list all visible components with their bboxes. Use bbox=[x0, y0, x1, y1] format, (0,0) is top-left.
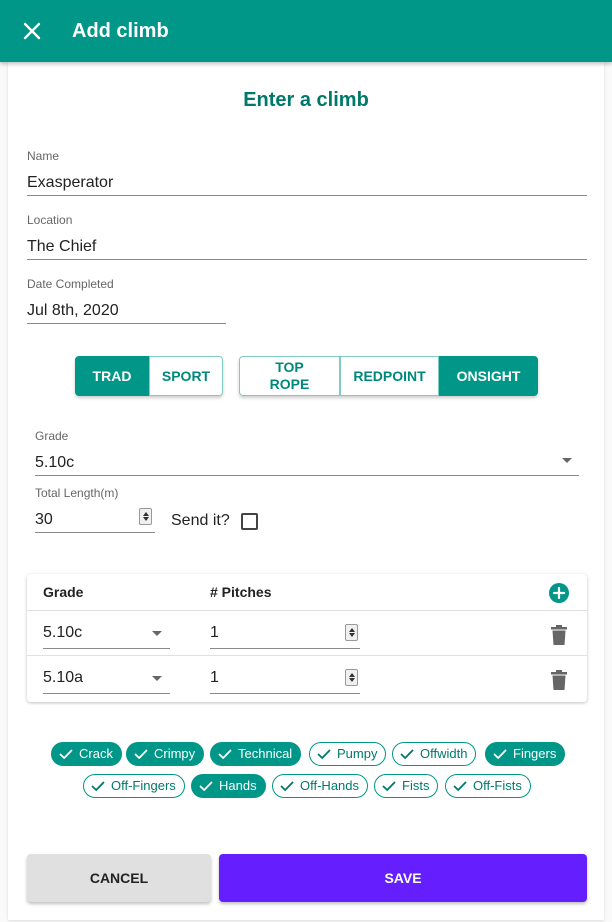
tag-chip[interactable]: Technical bbox=[210, 742, 302, 766]
location-field[interactable]: Location The Chief bbox=[27, 213, 587, 260]
check-icon bbox=[400, 749, 414, 759]
send-it-checkbox[interactable] bbox=[241, 513, 258, 530]
table-row: 5.10c 1 bbox=[27, 611, 587, 656]
form-heading: Enter a climb bbox=[243, 89, 369, 111]
tag-chip-label: Off-Fingers bbox=[111, 778, 176, 793]
pitches-column-header: # Pitches bbox=[210, 584, 272, 600]
close-icon[interactable] bbox=[20, 19, 44, 43]
pitches-table: Grade # Pitches 5.10c 1 5.10a 1 bbox=[27, 574, 587, 702]
tag-chip-label: Pumpy bbox=[337, 746, 378, 761]
onsight-toggle[interactable]: ONSIGHT bbox=[439, 356, 538, 396]
name-field[interactable]: Name Exasperator bbox=[27, 149, 587, 196]
tag-chip[interactable]: Crimpy bbox=[126, 742, 205, 766]
location-label: Location bbox=[27, 213, 73, 227]
pitch-count-stepper-icon[interactable] bbox=[345, 624, 358, 641]
tag-chip-label: Off-Fists bbox=[473, 778, 522, 793]
tag-chip-label: Offwidth bbox=[420, 746, 468, 761]
pitch-grade-value[interactable]: 5.10c bbox=[43, 623, 170, 643]
location-value[interactable]: The Chief bbox=[27, 237, 587, 257]
pitch-count-field[interactable]: 1 bbox=[210, 668, 360, 694]
tag-chip[interactable]: Offwidth bbox=[392, 742, 477, 766]
send-it-label: Send it? bbox=[171, 512, 230, 529]
tag-chip[interactable]: Off-Hands bbox=[272, 774, 369, 798]
check-icon bbox=[382, 781, 396, 791]
trad-toggle[interactable]: TRAD bbox=[75, 356, 149, 396]
pitches-table-header: Grade # Pitches bbox=[27, 574, 587, 611]
grade-underline bbox=[35, 475, 579, 476]
climb-style-toggle-group: TRAD SPORT bbox=[75, 356, 223, 396]
total-length-label: Total Length(m) bbox=[35, 486, 119, 500]
chevron-down-icon[interactable] bbox=[562, 458, 572, 463]
chevron-down-icon[interactable] bbox=[152, 676, 162, 681]
check-icon bbox=[493, 749, 507, 759]
check-icon bbox=[134, 749, 148, 759]
tag-chip[interactable]: Fingers bbox=[485, 742, 566, 766]
check-icon bbox=[59, 749, 73, 759]
ascent-type-toggle-group: TOP ROPE REDPOINT ONSIGHT bbox=[239, 356, 538, 396]
redpoint-toggle[interactable]: REDPOINT bbox=[340, 356, 439, 396]
tag-chip-label: Fingers bbox=[513, 746, 557, 761]
total-length-field[interactable]: Total Length(m) 30 bbox=[35, 486, 155, 533]
date-value[interactable]: Jul 8th, 2020 bbox=[27, 301, 226, 321]
tag-chip-label: Hands bbox=[219, 778, 257, 793]
tag-chip-label: Crimpy bbox=[154, 746, 196, 761]
date-field[interactable]: Date Completed Jul 8th, 2020 bbox=[27, 277, 226, 324]
tag-chip-label: Crack bbox=[79, 746, 113, 761]
pitch-grade-select[interactable]: 5.10a bbox=[43, 668, 170, 694]
date-underline bbox=[27, 323, 226, 324]
grade-select[interactable]: Grade 5.10c bbox=[35, 429, 579, 476]
tag-chip[interactable]: Off-Fingers bbox=[83, 774, 185, 798]
date-label: Date Completed bbox=[27, 277, 114, 291]
tag-chip-label: Off-Hands bbox=[300, 778, 360, 793]
app-bar-title: Add climb bbox=[72, 20, 169, 42]
pitch-grade-select[interactable]: 5.10c bbox=[43, 623, 170, 649]
check-icon bbox=[91, 781, 105, 791]
pitch-count-value[interactable]: 1 bbox=[210, 668, 360, 688]
location-underline bbox=[27, 259, 587, 260]
tag-chip[interactable]: Pumpy bbox=[309, 742, 387, 766]
pitch-count-stepper-icon[interactable] bbox=[345, 669, 358, 686]
tag-chip[interactable]: Hands bbox=[191, 774, 266, 798]
chevron-down-icon[interactable] bbox=[152, 631, 162, 636]
table-row: 5.10a 1 bbox=[27, 656, 587, 701]
sport-toggle[interactable]: SPORT bbox=[149, 356, 223, 396]
name-label: Name bbox=[27, 149, 60, 163]
pitch-grade-value[interactable]: 5.10a bbox=[43, 668, 170, 688]
length-stepper-icon[interactable] bbox=[139, 508, 152, 525]
total-length-value[interactable]: 30 bbox=[35, 510, 155, 530]
check-icon bbox=[317, 749, 331, 759]
name-value[interactable]: Exasperator bbox=[27, 173, 587, 193]
check-icon bbox=[199, 781, 213, 791]
delete-icon[interactable] bbox=[551, 625, 567, 645]
tag-chip[interactable]: Fists bbox=[374, 774, 439, 798]
delete-icon[interactable] bbox=[551, 670, 567, 690]
top-rope-toggle[interactable]: TOP ROPE bbox=[239, 356, 340, 396]
check-icon bbox=[218, 749, 232, 759]
tag-chip-label: Fists bbox=[402, 778, 430, 793]
grade-value[interactable]: 5.10c bbox=[35, 453, 579, 473]
tag-chip[interactable]: Crack bbox=[51, 742, 122, 766]
pitch-count-field[interactable]: 1 bbox=[210, 623, 360, 649]
total-length-underline bbox=[35, 532, 155, 533]
check-icon bbox=[280, 781, 294, 791]
tag-chip-label: Technical bbox=[238, 746, 293, 761]
cancel-button[interactable]: CANCEL bbox=[27, 854, 211, 902]
app-bar: Add climb bbox=[0, 0, 612, 62]
grade-label: Grade bbox=[35, 429, 69, 443]
name-underline bbox=[27, 195, 587, 196]
tag-chip[interactable]: Off-Fists bbox=[445, 774, 531, 798]
pitch-count-value[interactable]: 1 bbox=[210, 623, 360, 643]
add-pitch-icon[interactable] bbox=[549, 583, 569, 603]
save-button[interactable]: SAVE bbox=[219, 854, 587, 902]
grade-column-header: Grade bbox=[43, 584, 84, 600]
check-icon bbox=[453, 781, 467, 791]
